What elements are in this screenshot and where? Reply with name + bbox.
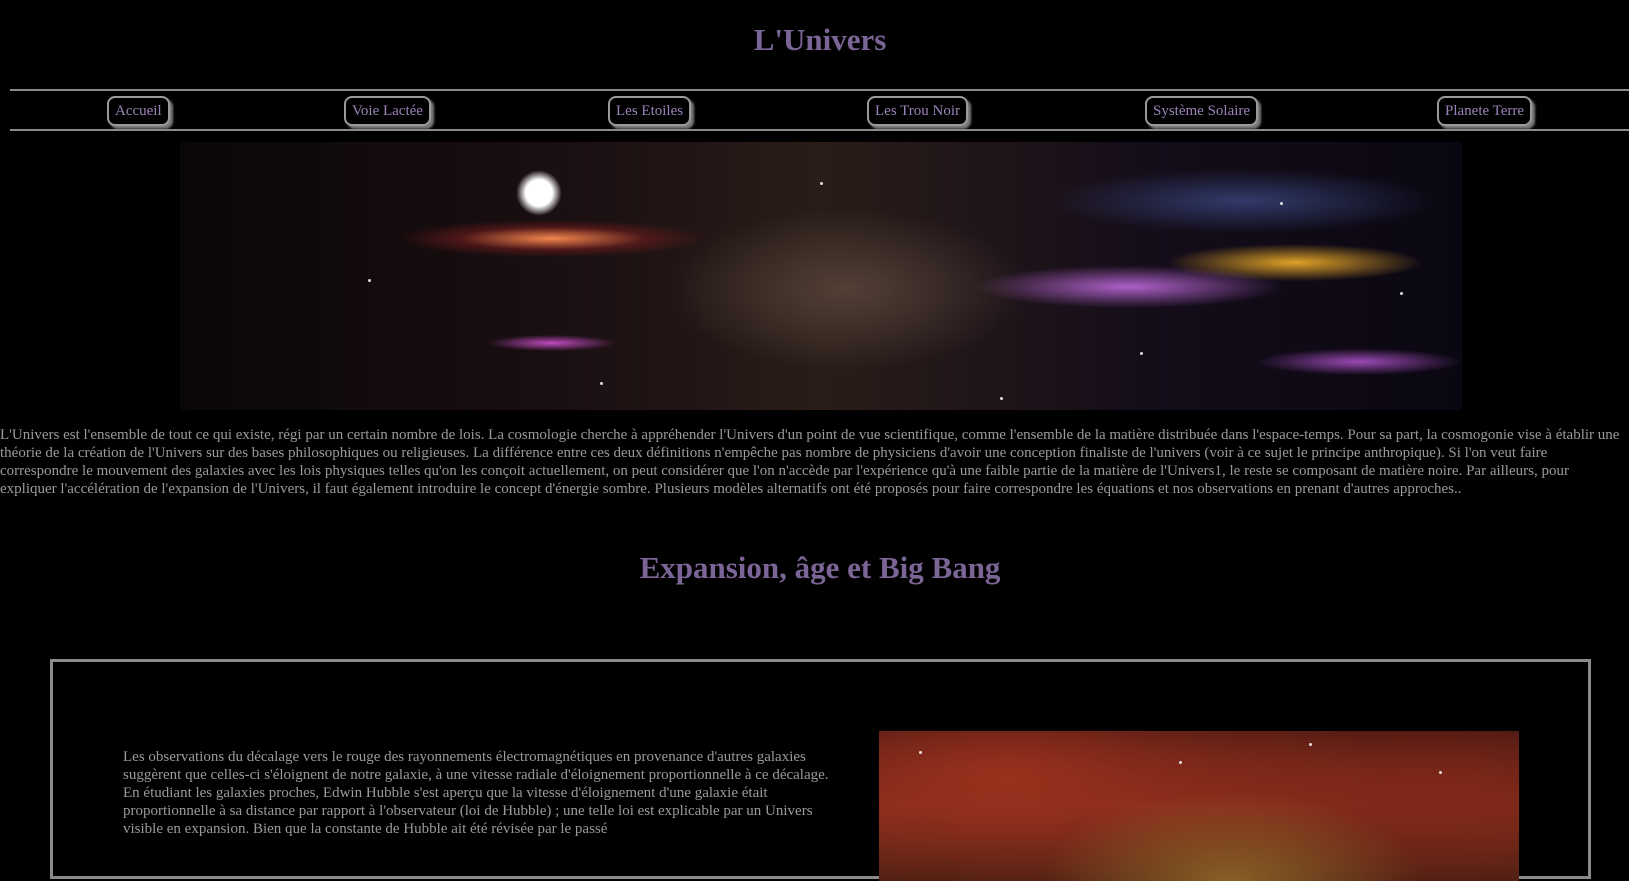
banner-star [1400, 292, 1403, 295]
banner-star [1280, 202, 1283, 205]
banner-star [368, 279, 371, 282]
nav-divider-top [10, 89, 1629, 91]
section-paragraph: Les observations du décalage vers le rou… [123, 749, 829, 837]
nav-item-les-etoiles[interactable]: Les Etoiles [608, 96, 692, 126]
banner-star [1140, 352, 1143, 355]
intro-paragraph: L'Univers est l'ensemble de tout ce qui … [0, 427, 1620, 497]
section-heading: Expansion, âge et Big Bang [639, 550, 1001, 585]
nebula-star [919, 751, 922, 754]
banner-star [1000, 397, 1003, 400]
nav-item-systeme-solaire[interactable]: Système Solaire [1145, 96, 1259, 126]
nav-item-accueil[interactable]: Accueil [107, 96, 170, 126]
nebula-image [879, 731, 1519, 881]
nav-divider-bottom [10, 129, 1629, 131]
banner-star [820, 182, 823, 185]
nebula-star [1439, 771, 1442, 774]
banner-star [600, 382, 603, 385]
banner-image [180, 142, 1462, 410]
nav-item-planete-terre[interactable]: Planete Terre [1437, 96, 1533, 126]
nav-item-les-trou-noir[interactable]: Les Trou Noir [867, 96, 969, 126]
nebula-star [1179, 761, 1182, 764]
nav-item-voie-lactee[interactable]: Voie Lactée [344, 96, 431, 126]
nebula-star [1309, 743, 1312, 746]
page-title: L'Univers [753, 22, 887, 57]
